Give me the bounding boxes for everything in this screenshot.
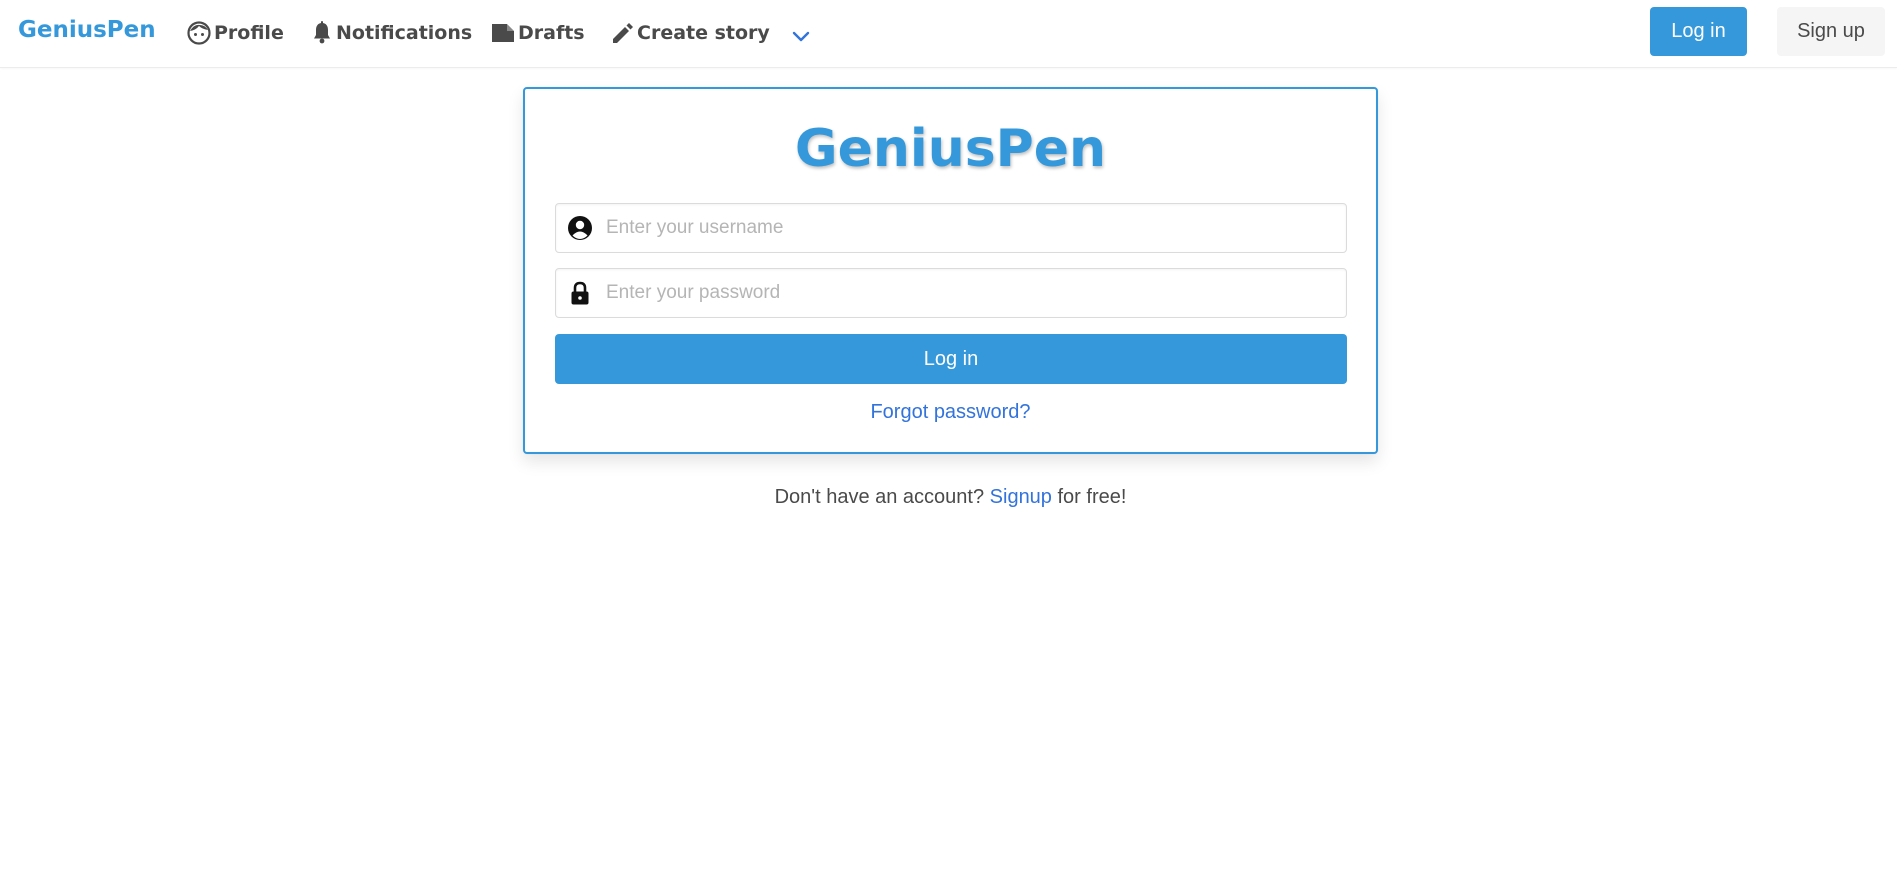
username-input[interactable] — [606, 204, 1336, 252]
nav-item-notifications[interactable]: Notifications — [310, 19, 472, 47]
password-input[interactable] — [606, 269, 1336, 317]
lock-icon — [567, 280, 593, 306]
signup-prompt: Don't have an account? Signup for free! — [523, 486, 1378, 509]
signup-prompt-prefix: Don't have an account? — [774, 486, 990, 508]
chevron-down-icon — [790, 25, 814, 47]
signup-link[interactable]: Signup — [990, 486, 1052, 508]
more-menu-toggle[interactable] — [790, 22, 814, 50]
signup-prompt-suffix: for free! — [1051, 486, 1127, 508]
user-circle-icon — [567, 215, 593, 241]
forgot-password-link[interactable]: Forgot password? — [870, 401, 1030, 423]
nav-item-drafts-label: Drafts — [518, 22, 585, 44]
navbar-signup-button[interactable]: Sign up — [1777, 7, 1885, 56]
nav-item-profile-label: Profile — [214, 22, 284, 44]
card-logo: GeniusPen — [794, 119, 1107, 179]
folder-icon — [490, 20, 518, 46]
nav-item-create-story-label: Create story — [637, 22, 770, 44]
username-field — [555, 203, 1347, 253]
top-navbar: GeniusPen Profile Notifications Drafts C… — [0, 0, 1897, 68]
nav-item-profile[interactable]: Profile — [186, 19, 284, 47]
face-icon — [186, 20, 214, 46]
pencil-icon — [609, 20, 637, 46]
forgot-password-row: Forgot password? — [525, 401, 1376, 424]
bell-icon — [310, 20, 336, 46]
login-button[interactable]: Log in — [555, 334, 1347, 384]
brand-logo[interactable]: GeniusPen — [18, 17, 156, 43]
nav-item-create-story[interactable]: Create story — [609, 19, 770, 47]
nav-item-notifications-label: Notifications — [336, 22, 473, 44]
password-field — [555, 268, 1347, 318]
login-card: GeniusPen Log in Forgot password? — [523, 87, 1378, 454]
navbar-login-button[interactable]: Log in — [1650, 7, 1747, 56]
nav-item-drafts[interactable]: Drafts — [490, 19, 585, 47]
